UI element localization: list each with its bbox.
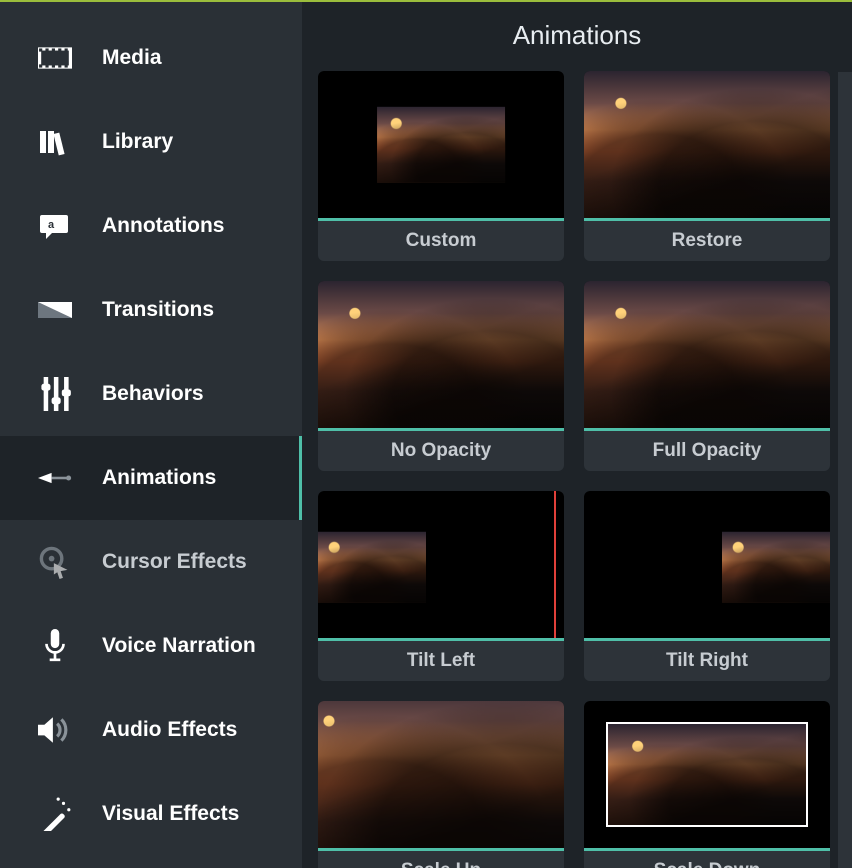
animation-label: Tilt Right (584, 641, 830, 681)
animation-thumb (584, 71, 830, 221)
animation-card-custom[interactable]: Custom (318, 71, 564, 261)
animation-card-tilt-left[interactable]: Tilt Left (318, 491, 564, 681)
sidebar-item-media[interactable]: Media (0, 16, 302, 100)
animation-thumb (584, 281, 830, 431)
animation-label: No Opacity (318, 431, 564, 471)
sidebar-item-voice-narration[interactable]: Voice Narration (0, 604, 302, 688)
animation-label: Restore (584, 221, 830, 261)
animation-thumb (584, 491, 830, 641)
playhead-line (554, 491, 556, 638)
animation-thumb (584, 701, 830, 851)
motion-icon (38, 461, 72, 495)
animation-card-full-opacity[interactable]: Full Opacity (584, 281, 830, 471)
sidebar-item-transitions[interactable]: Transitions (0, 268, 302, 352)
animation-label: Scale Down (584, 851, 830, 868)
sidebar-item-label: Annotations (102, 214, 224, 238)
animation-label: Custom (318, 221, 564, 261)
sidebar-item-label: Behaviors (102, 382, 204, 406)
sidebar-item-label: Transitions (102, 298, 214, 322)
sidebar-item-visual-effects[interactable]: Visual Effects (0, 772, 302, 856)
animation-card-no-opacity[interactable]: No Opacity (318, 281, 564, 471)
sidebar-item-label: Cursor Effects (102, 550, 247, 574)
animation-thumb (318, 71, 564, 221)
sidebar-item-annotations[interactable]: a Annotations (0, 184, 302, 268)
animations-grid: Custom Restore No Opacity Full Opacity T… (302, 71, 852, 868)
sidebar-item-audio-effects[interactable]: Audio Effects (0, 688, 302, 772)
speaker-icon (38, 713, 72, 747)
sidebar-item-label: Animations (102, 466, 216, 490)
animation-thumb (318, 491, 564, 641)
sidebar-item-behaviors[interactable]: Behaviors (0, 352, 302, 436)
animation-card-restore[interactable]: Restore (584, 71, 830, 261)
sidebar-item-label: Library (102, 130, 173, 154)
animation-label: Scale Up (318, 851, 564, 868)
sliders-icon (38, 377, 72, 411)
sidebar-item-label: Visual Effects (102, 802, 239, 826)
wand-icon (38, 797, 72, 831)
scrollbar[interactable] (838, 72, 852, 868)
sidebar: Media Library a Annotations Transitions … (0, 2, 302, 868)
animation-card-scale-down[interactable]: Scale Down (584, 701, 830, 868)
sidebar-item-cursor-effects[interactable]: Cursor Effects (0, 520, 302, 604)
sidebar-item-animations[interactable]: Animations (0, 436, 302, 520)
animation-label: Full Opacity (584, 431, 830, 471)
sidebar-item-label: Media (102, 46, 162, 70)
animation-label: Tilt Left (318, 641, 564, 681)
animation-thumb (318, 281, 564, 431)
books-icon (38, 125, 72, 159)
animation-card-tilt-right[interactable]: Tilt Right (584, 491, 830, 681)
film-icon (38, 41, 72, 75)
svg-text:a: a (48, 219, 55, 231)
animation-card-scale-up[interactable]: Scale Up (318, 701, 564, 868)
transition-icon (38, 293, 72, 327)
animations-panel: Animations Custom Restore No Opacity Ful… (302, 2, 852, 868)
panel-title: Animations (302, 2, 852, 71)
cursor-icon (38, 545, 72, 579)
animation-thumb (318, 701, 564, 851)
sidebar-item-label: Audio Effects (102, 718, 237, 742)
sidebar-item-library[interactable]: Library (0, 100, 302, 184)
annotation-icon: a (38, 209, 72, 243)
microphone-icon (38, 629, 72, 663)
sidebar-item-label: Voice Narration (102, 634, 256, 658)
